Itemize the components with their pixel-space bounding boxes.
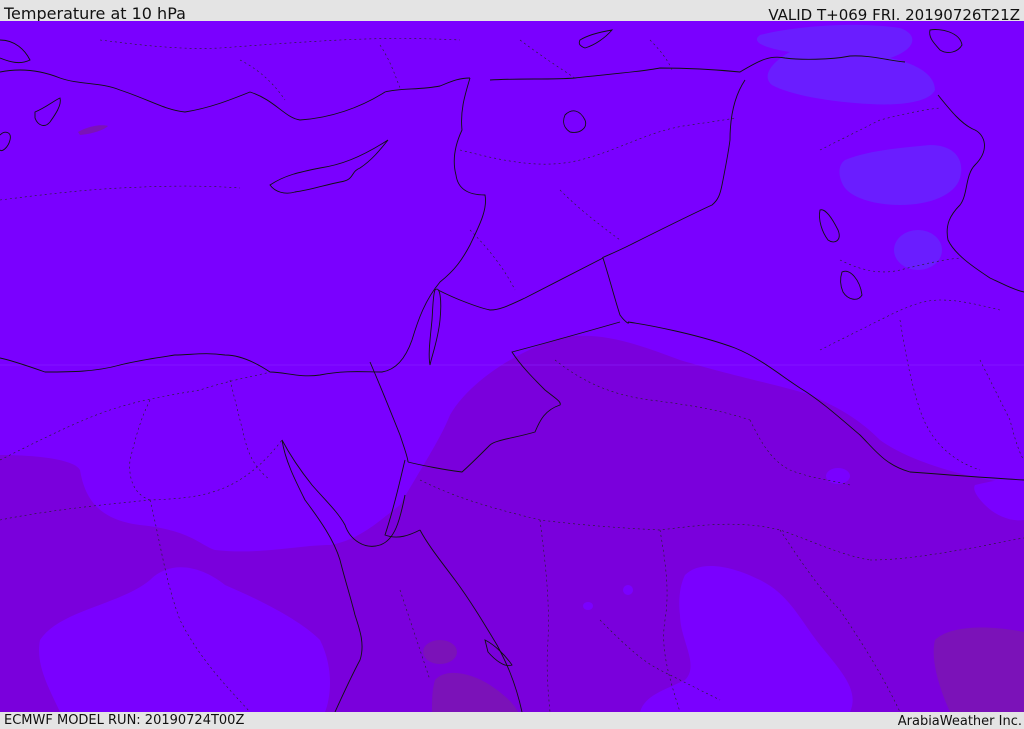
warmest-patch-southeast [933,627,1024,712]
credit-label: ArabiaWeather Inc. [897,714,1022,729]
map-canvas [0,21,1024,712]
small-cool-spot-2 [623,585,633,595]
model-run-label: ECMWF MODEL RUN: 20190724T00Z [4,713,245,728]
small-cool-spot [826,468,850,484]
temperature-map [0,21,1024,712]
footer-bar: ECMWF MODEL RUN: 20190724T00Z ArabiaWeat… [0,712,1024,729]
small-cool-spot-3 [583,602,593,610]
warmest-spot-mid [423,640,457,664]
header-bar: Temperature at 10 hPa VALID T+069 FRI. 2… [0,0,1024,24]
weather-map-frame: Temperature at 10 hPa VALID T+069 FRI. 2… [0,0,1024,729]
cooler-patch-small [894,230,942,270]
